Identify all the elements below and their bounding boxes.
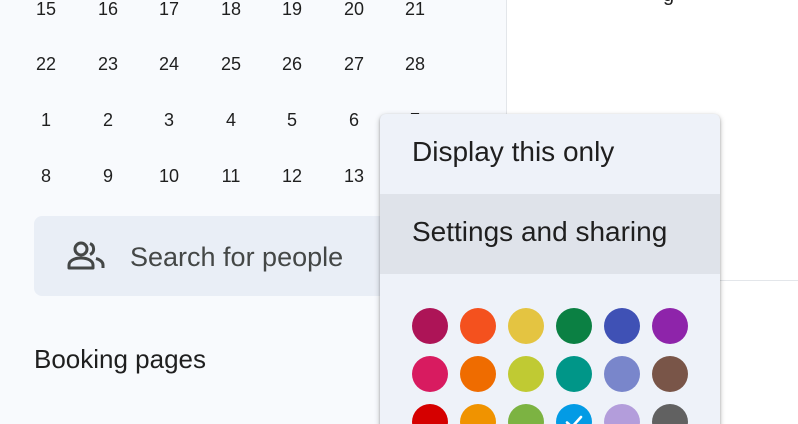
- calendar-day[interactable]: 20: [334, 0, 374, 21]
- calendar-week-row: 15 16 17 18 19 20 21: [16, 0, 446, 21]
- calendar-day[interactable]: 10: [149, 164, 189, 188]
- calendar-day[interactable]: 16: [88, 0, 128, 21]
- color-swatch[interactable]: [460, 356, 496, 392]
- calendar-day[interactable]: 22: [26, 52, 66, 76]
- grid-line: [719, 280, 798, 281]
- calendar-day[interactable]: 4: [211, 108, 251, 132]
- color-swatch[interactable]: [604, 356, 640, 392]
- color-swatch[interactable]: [508, 404, 544, 424]
- calendar-day[interactable]: 19: [272, 0, 312, 21]
- color-swatch[interactable]: [652, 356, 688, 392]
- calendar-day[interactable]: 2: [88, 108, 128, 132]
- color-swatch[interactable]: [460, 404, 496, 424]
- calendar-options-menu: Display this only Settings and sharing: [380, 114, 720, 424]
- calendar-day[interactable]: 9: [88, 164, 128, 188]
- calendar-day[interactable]: 3: [149, 108, 189, 132]
- calendar-day[interactable]: 11: [211, 164, 251, 188]
- calendar-day[interactable]: 27: [334, 52, 374, 76]
- people-icon: [67, 241, 105, 270]
- color-swatch[interactable]: [604, 308, 640, 344]
- calendar-day[interactable]: 8: [26, 164, 66, 188]
- color-swatch[interactable]: [604, 404, 640, 424]
- search-placeholder: Search for people: [130, 242, 344, 272]
- menu-item-label: Display this only: [412, 136, 615, 167]
- color-swatch[interactable]: [556, 356, 592, 392]
- color-swatch[interactable]: [508, 308, 544, 344]
- color-swatch[interactable]: [508, 356, 544, 392]
- color-swatch[interactable]: [652, 404, 688, 424]
- menu-item-display-this-only[interactable]: Display this only: [380, 114, 720, 194]
- color-swatch[interactable]: [652, 308, 688, 344]
- calendar-week-row: 22 23 24 25 26 27 28: [16, 52, 446, 76]
- color-swatch[interactable]: [556, 404, 592, 424]
- calendar-day[interactable]: 26: [272, 52, 312, 76]
- calendar-day[interactable]: 15: [26, 0, 66, 21]
- partial-text: g: [663, 0, 674, 7]
- color-swatch[interactable]: [556, 308, 592, 344]
- calendar-day[interactable]: 1: [26, 108, 66, 132]
- calendar-day[interactable]: 23: [88, 52, 128, 76]
- checkmark-icon: [565, 415, 583, 424]
- calendar-day[interactable]: 6: [334, 108, 374, 132]
- calendar-day[interactable]: 24: [149, 52, 189, 76]
- booking-pages-heading: Booking pages: [34, 344, 207, 374]
- calendar-day[interactable]: 28: [395, 52, 435, 76]
- calendar-day[interactable]: 25: [211, 52, 251, 76]
- color-swatch[interactable]: [412, 404, 448, 424]
- color-swatch[interactable]: [460, 308, 496, 344]
- calendar-day[interactable]: 17: [149, 0, 189, 21]
- calendar-day[interactable]: 5: [272, 108, 312, 132]
- calendar-day[interactable]: 21: [395, 0, 435, 21]
- menu-item-label: Settings and sharing: [412, 216, 668, 247]
- color-swatch[interactable]: [412, 308, 448, 344]
- menu-item-settings-and-sharing[interactable]: Settings and sharing: [380, 194, 720, 274]
- calendar-day[interactable]: 18: [211, 0, 251, 21]
- calendar-day[interactable]: 12: [272, 164, 312, 188]
- calendar-day[interactable]: 13: [334, 164, 374, 188]
- color-swatch[interactable]: [412, 356, 448, 392]
